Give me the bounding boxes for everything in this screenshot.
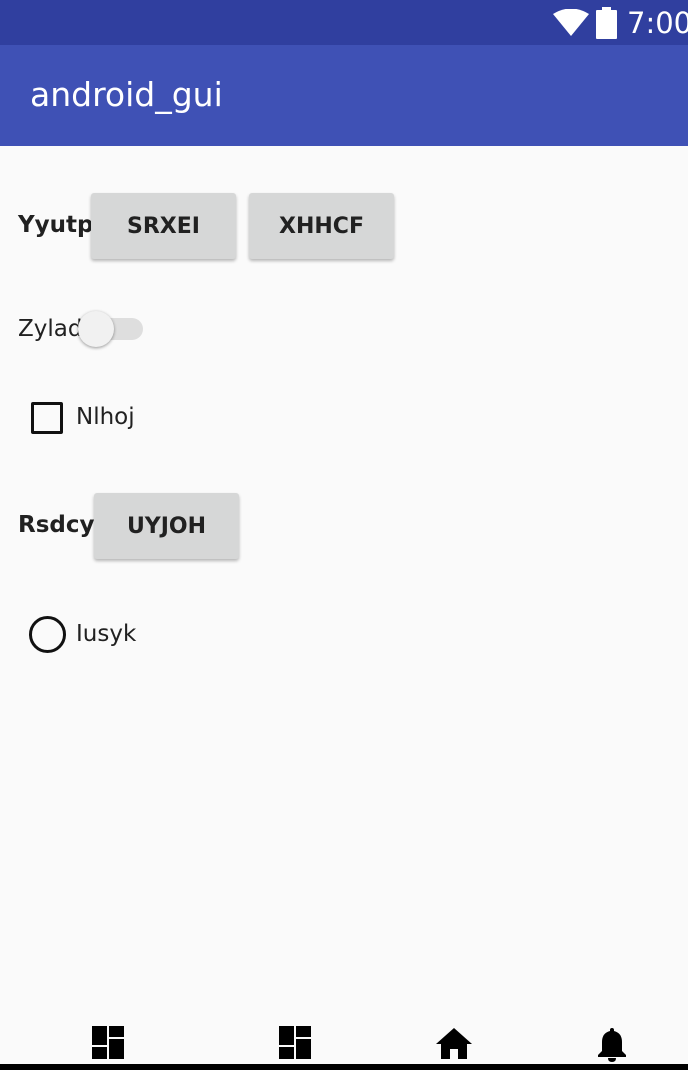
- clock: 7:00: [627, 6, 688, 40]
- bottom-divider: [0, 1064, 688, 1070]
- srxei-button[interactable]: SRXEI: [91, 193, 236, 259]
- dashboard-icon[interactable]: [279, 1026, 311, 1059]
- app-bar: android_gui: [0, 45, 688, 146]
- bell-icon[interactable]: [597, 1026, 627, 1062]
- wifi-icon: [553, 9, 589, 36]
- battery-icon: [596, 7, 617, 39]
- dashboard-icon[interactable]: [92, 1026, 124, 1059]
- nlhoj-label[interactable]: Nlhoj: [76, 402, 135, 432]
- status-bar: 7:00: [0, 0, 688, 45]
- nlhoj-checkbox[interactable]: [31, 402, 63, 434]
- home-icon[interactable]: [436, 1028, 472, 1059]
- zylad-label: Zylad: [18, 316, 83, 342]
- rsdcy-label: Rsdcy: [18, 512, 95, 538]
- iusyk-label[interactable]: Iusyk: [76, 619, 136, 649]
- switch-thumb[interactable]: [78, 311, 114, 347]
- uyjoh-button[interactable]: UYJOH: [94, 493, 239, 559]
- app-title: android_gui: [30, 75, 223, 114]
- xhhcf-button[interactable]: XHHCF: [249, 193, 394, 259]
- iusyk-radio[interactable]: [29, 616, 66, 653]
- yyutp-label: Yyutp: [18, 212, 94, 238]
